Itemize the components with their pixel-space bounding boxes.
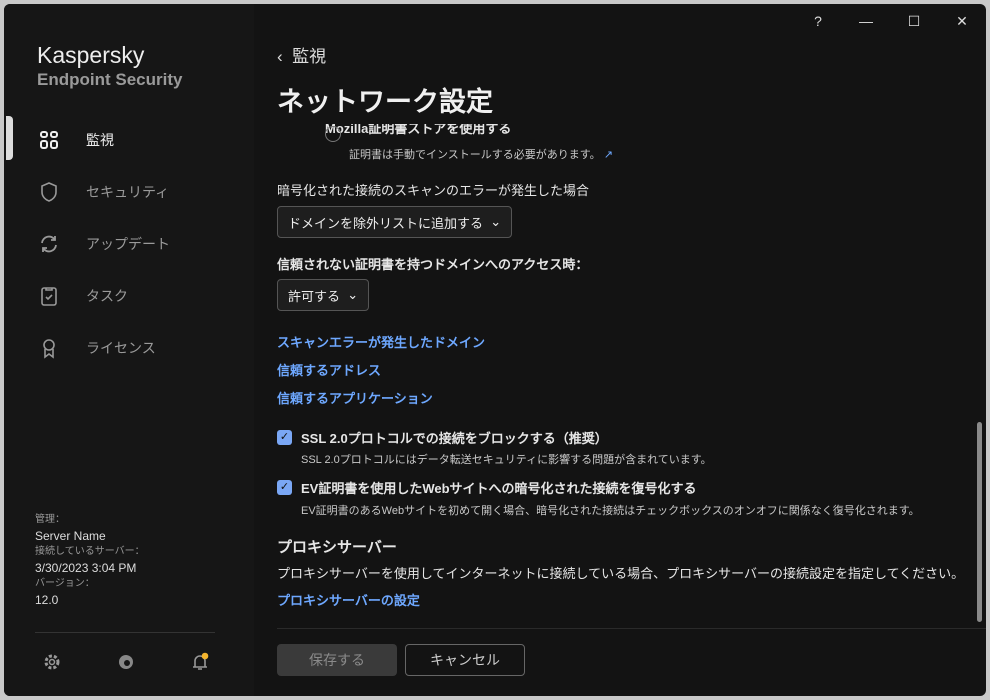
scan-error-dropdown[interactable]: ドメインを除外リストに追加する ⌄ bbox=[277, 206, 512, 238]
sidebar-item-label: アップデート bbox=[86, 234, 170, 254]
notifications-icon[interactable] bbox=[190, 652, 210, 672]
server-info: 管理： Server Name 接続しているサーバー： 3/30/2023 3:… bbox=[35, 512, 145, 608]
brand-name: Kaspersky bbox=[37, 42, 144, 69]
shield-icon bbox=[38, 181, 60, 203]
scrollbar[interactable] bbox=[977, 132, 982, 624]
proxy-settings-link[interactable]: プロキシサーバーの設定 bbox=[277, 590, 420, 609]
sidebar-item-tasks[interactable]: タスク bbox=[4, 270, 254, 322]
proxy-heading: プロキシサーバー bbox=[277, 536, 397, 557]
ssl-checkbox[interactable]: ✓ bbox=[277, 430, 292, 445]
mozilla-hint: 証明書は手動でインストールする必要があります。 ↗ bbox=[349, 146, 613, 162]
ev-checkbox[interactable]: ✓ bbox=[277, 480, 292, 495]
version-label: バージョン： bbox=[35, 576, 145, 592]
sidebar-item-monitoring[interactable]: 監視 bbox=[4, 114, 254, 166]
save-button[interactable]: 保存する bbox=[277, 644, 397, 676]
mozilla-option-label: Mozilla証明書ストアを使用する bbox=[325, 124, 511, 137]
ev-label: EV証明書を使用したWebサイトへの暗号化された接続を復号化する bbox=[301, 478, 697, 497]
sidebar-item-security[interactable]: セキュリティ bbox=[4, 166, 254, 218]
external-link-icon[interactable]: ↗ bbox=[604, 149, 613, 161]
brand-product: Endpoint Security bbox=[37, 70, 182, 90]
connected-value: 3/30/2023 3:04 PM bbox=[35, 560, 145, 576]
version-value: 12.0 bbox=[35, 592, 145, 608]
trusted-addresses-link[interactable]: 信頼するアドレス bbox=[277, 360, 381, 379]
connected-label: 接続しているサーバー： bbox=[35, 544, 145, 560]
back-label: 監視 bbox=[292, 47, 326, 66]
footer-divider bbox=[277, 628, 986, 629]
scrollbar-thumb[interactable] bbox=[977, 422, 982, 622]
settings-icon[interactable] bbox=[42, 652, 62, 672]
settings-panel: Mozilla証明書ストアを使用する 証明書は手動でインストールする必要がありま… bbox=[277, 124, 967, 624]
sidebar-item-label: 監視 bbox=[86, 130, 114, 150]
sidebar-item-label: タスク bbox=[86, 286, 128, 306]
managed-label: 管理： bbox=[35, 512, 145, 528]
app-window: Kaspersky Endpoint Security 監視 セキュリティ アッ… bbox=[4, 4, 986, 696]
sidebar-item-license[interactable]: ライセンス bbox=[4, 322, 254, 374]
refresh-icon bbox=[38, 233, 60, 255]
mozilla-radio[interactable] bbox=[325, 126, 341, 142]
divider bbox=[35, 632, 215, 633]
cancel-button[interactable]: キャンセル bbox=[405, 644, 525, 676]
proxy-description: プロキシサーバーを使用してインターネットに接続している場合、プロキシサーバーの接… bbox=[277, 563, 964, 582]
back-button[interactable]: ‹ 監視 bbox=[277, 42, 326, 67]
sidebar-item-label: ライセンス bbox=[86, 338, 156, 358]
sidebar-item-label: セキュリティ bbox=[86, 182, 169, 202]
chevron-left-icon: ‹ bbox=[277, 47, 292, 66]
page-title: ネットワーク設定 bbox=[277, 80, 493, 119]
trusted-applications-link[interactable]: 信頼するアプリケーション bbox=[277, 388, 433, 407]
scan-error-label: 暗号化された接続のスキャンのエラーが発生した場合 bbox=[277, 180, 589, 199]
ssl-label: SSL 2.0プロトコルでの接続をブロックする（推奨） bbox=[301, 428, 608, 447]
managed-value: Server Name bbox=[35, 528, 145, 544]
clipboard-icon bbox=[38, 285, 60, 307]
scan-error-domains-link[interactable]: スキャンエラーが発生したドメイン bbox=[277, 332, 485, 351]
chevron-down-icon: ⌄ bbox=[347, 287, 358, 303]
untrusted-cert-label: 信頼されない証明書を持つドメインへのアクセス時： bbox=[277, 254, 588, 273]
chevron-down-icon: ⌄ bbox=[490, 214, 501, 230]
support-icon[interactable] bbox=[116, 652, 136, 672]
award-icon bbox=[38, 337, 60, 359]
untrusted-cert-dropdown[interactable]: 許可する ⌄ bbox=[277, 279, 369, 311]
ssl-hint: SSL 2.0プロトコルにはデータ転送セキュリティに影響する問題が含まれています… bbox=[301, 451, 712, 467]
sidebar-item-update[interactable]: アップデート bbox=[4, 218, 254, 270]
dashboard-icon bbox=[38, 129, 60, 151]
sidebar: Kaspersky Endpoint Security 監視 セキュリティ アッ… bbox=[4, 4, 254, 696]
ev-hint: EV証明書のあるWebサイトを初めて開く場合、暗号化された接続はチェックボックス… bbox=[301, 502, 920, 518]
